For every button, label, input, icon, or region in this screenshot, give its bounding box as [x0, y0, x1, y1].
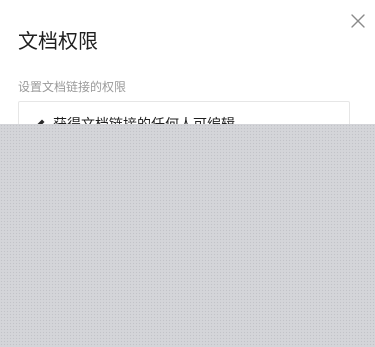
close-button[interactable] — [349, 12, 367, 30]
obscured-overlay — [0, 124, 375, 347]
dialog-subtitle: 设置文档链接的权限 — [18, 80, 127, 94]
close-icon — [349, 12, 367, 30]
dialog-title: 文档权限 — [18, 29, 98, 53]
permission-dialog: 文档权限 设置文档链接的权限 获得文档链接的任何人可编辑 — [0, 0, 375, 347]
